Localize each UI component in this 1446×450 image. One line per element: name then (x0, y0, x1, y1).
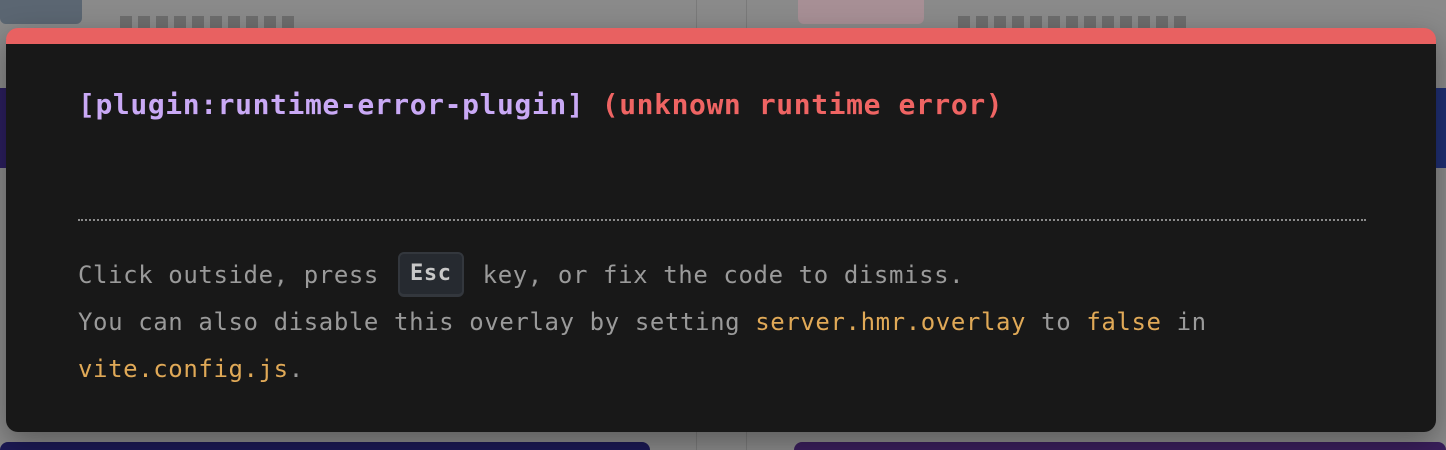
tip-text: key, or fix the code to dismiss. (467, 261, 965, 289)
error-overlay: [plugin:runtime-error-plugin] (unknown r… (6, 28, 1436, 432)
error-message: (unknown runtime error) (601, 88, 1004, 121)
background-thumbnail (798, 0, 924, 24)
background-band (1436, 88, 1446, 168)
tip-text: in (1161, 308, 1207, 336)
setting-name-code: server.hmr.overlay (755, 308, 1027, 336)
tip-line-3: vite.config.js. (78, 346, 1207, 393)
error-title: [plugin:runtime-error-plugin] (unknown r… (78, 88, 1003, 121)
background-card-edge (794, 442, 1446, 450)
dismiss-tip: Click outside, press Esc key, or fix the… (78, 251, 1207, 393)
tip-text: You can also disable this overlay by set… (78, 308, 756, 336)
dotted-divider (78, 219, 1366, 221)
tip-text: Click outside, press (78, 261, 395, 289)
tip-line-1: Click outside, press Esc key, or fix the… (78, 251, 1207, 299)
setting-value-code: false (1086, 308, 1162, 336)
config-file-code: vite.config.js (78, 355, 289, 383)
tip-line-2: You can also disable this overlay by set… (78, 299, 1207, 346)
esc-key-badge: Esc (398, 251, 464, 297)
tip-text: to (1026, 308, 1087, 336)
tip-text: . (288, 355, 304, 383)
plugin-name: [plugin:runtime-error-plugin] (78, 88, 585, 121)
background-card-edge (0, 442, 650, 450)
background-thumbnail (0, 0, 82, 24)
